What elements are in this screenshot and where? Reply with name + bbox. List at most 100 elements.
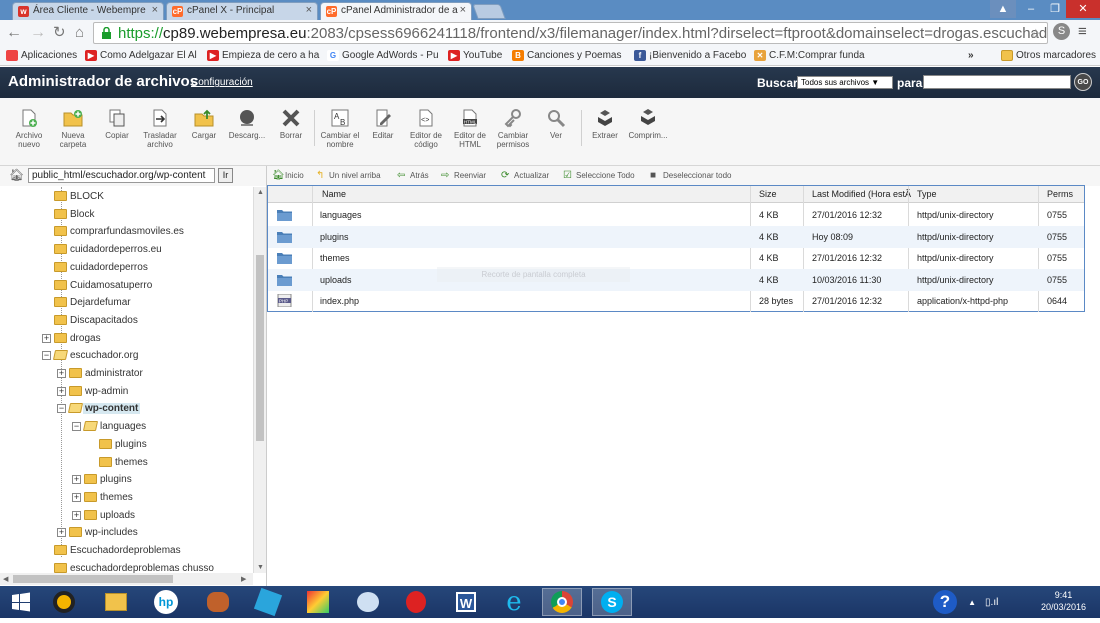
forward-icon[interactable]: → (30, 23, 46, 43)
tree-node[interactable]: + wp-includes (0, 525, 253, 542)
bookmark-item[interactable]: ▶ Como Adelgazar El Al (85, 50, 197, 61)
upload-button[interactable]: Cargar (182, 108, 226, 140)
skype-extension-icon[interactable]: S (1053, 23, 1070, 40)
tree-node[interactable]: Dejardefumar (0, 295, 253, 312)
bookmark-item[interactable]: G Google AdWords - Pu (327, 50, 439, 61)
scroll-down-icon[interactable]: ▼ (257, 564, 264, 571)
word-icon[interactable]: W (446, 588, 486, 616)
search-scope-select[interactable]: Todos sus archivos ▼ (797, 76, 893, 89)
tree-node[interactable]: + plugins (0, 472, 253, 489)
windows-start-icon[interactable] (0, 588, 42, 616)
tree-node[interactable]: + uploads (0, 508, 253, 525)
paint-icon[interactable] (348, 588, 388, 616)
new-file-button[interactable]: Archivo nuevo (7, 108, 51, 149)
table-row[interactable]: themes 4 KB 27/01/2016 12:32 httpd/unix-dir… (268, 247, 1084, 269)
tree-node[interactable]: themes (0, 455, 253, 472)
tree-node[interactable]: − languages (0, 419, 253, 436)
tree-node[interactable]: − wp-content (0, 401, 253, 418)
bookmark-item[interactable]: B Canciones y Poemas (512, 50, 622, 61)
menu-icon[interactable]: ≡ (1078, 22, 1087, 42)
more-bookmarks-button[interactable]: » (968, 50, 974, 61)
browser-tab-file-manager[interactable]: cP cPanel Administrador de a × (320, 2, 472, 20)
go-button[interactable]: GO (1074, 73, 1092, 91)
compress-button[interactable]: Comprim... (626, 108, 670, 140)
collapse-icon[interactable]: − (57, 404, 66, 414)
copy-button[interactable]: Copiar (95, 108, 139, 140)
html-editor-button[interactable]: HTML Editor de HTML (448, 108, 492, 149)
clock[interactable]: 9:41 20/03/2016 (1041, 589, 1086, 613)
chrome-icon[interactable] (542, 588, 582, 616)
home-icon[interactable]: ⌂ (75, 23, 84, 43)
close-tab-icon[interactable]: × (152, 4, 158, 16)
ccleaner-icon[interactable] (248, 587, 288, 617)
tree-node[interactable]: Block (0, 207, 253, 224)
hp-icon[interactable]: hp (146, 588, 186, 616)
tree-node[interactable]: + administrator (0, 366, 253, 383)
browser-tab-area-cliente[interactable]: w Área Cliente - Webempre × (12, 2, 164, 20)
column-header-name[interactable]: Name (322, 189, 346, 199)
scroll-right-icon[interactable]: ▶ (241, 575, 246, 583)
table-row[interactable]: languages 4 KB 27/01/2016 12:32 httpd/unix-… (268, 204, 1084, 226)
nav-back-arrow[interactable]: ⇦ Atrás (397, 170, 429, 181)
tray-expand-icon[interactable]: ▲ (968, 598, 976, 607)
delete-button[interactable]: Borrar (269, 108, 313, 140)
bookmark-item[interactable]: ✕ C.F.M:Comprar funda (754, 50, 865, 61)
skype-icon[interactable]: S (592, 588, 632, 616)
collapse-icon[interactable]: − (42, 351, 51, 361)
extract-button[interactable]: Extraer (583, 108, 627, 140)
nav-forward-arrow[interactable]: ⇨ Reenviar (441, 170, 486, 181)
column-header-perms[interactable]: Perms (1047, 189, 1073, 199)
star-icon[interactable]: ☆ (1030, 24, 1042, 44)
scroll-up-icon[interactable]: ▲ (257, 189, 264, 196)
rename-button[interactable]: AB Cambiar el nombre (318, 108, 362, 149)
tree-node[interactable]: cuidadordeperros.eu (0, 242, 253, 259)
configuration-link[interactable]: Configuración (191, 77, 253, 88)
network-icon[interactable]: ▯.ıl (985, 597, 998, 608)
reload-icon[interactable]: ↻ (53, 23, 66, 43)
media-player-icon[interactable] (44, 588, 84, 616)
other-bookmarks-folder[interactable]: Otros marcadores (1001, 50, 1096, 61)
expand-icon[interactable]: + (72, 510, 81, 520)
expand-icon[interactable]: + (57, 386, 66, 396)
download-button[interactable]: Descarg... (225, 108, 269, 140)
table-row[interactable]: plugins 4 KB Hoy 08:09 httpd/unix-directory… (268, 225, 1084, 248)
column-header-size[interactable]: Size (759, 189, 777, 199)
change-permissions-button[interactable]: Cambiar permisos (491, 108, 535, 149)
move-file-button[interactable]: Trasladar archivo (138, 108, 182, 149)
file-explorer-icon[interactable] (96, 588, 136, 616)
new-tab-button[interactable] (472, 4, 506, 19)
scroll-thumb[interactable] (13, 575, 173, 583)
close-window-icon[interactable]: ✕ (1066, 0, 1100, 18)
nav-up-level[interactable]: ↰ Un nivel arriba (316, 170, 381, 181)
search-input[interactable] (923, 75, 1071, 89)
tree-node[interactable]: escuchadordeproblemas chusso (0, 561, 253, 573)
nav-checkbox-empty[interactable]: ■ Deseleccionar todo (650, 170, 731, 181)
baseball-glove-icon[interactable] (198, 588, 238, 616)
bookmark-item[interactable]: ▶ YouTube (448, 50, 502, 61)
photo-app-icon[interactable] (298, 588, 338, 616)
back-icon[interactable]: ← (6, 23, 22, 43)
go-path-button[interactable]: Ir (218, 168, 233, 183)
tree-node[interactable]: + drogas (0, 331, 253, 348)
help-icon[interactable]: ? (933, 590, 957, 614)
close-tab-icon[interactable]: × (460, 4, 466, 16)
scroll-thumb[interactable] (256, 255, 264, 441)
scroll-left-icon[interactable]: ◀ (3, 575, 8, 583)
browser-tab-cpanel-principal[interactable]: cP cPanel X - Principal × (166, 2, 318, 20)
expand-icon[interactable]: + (72, 475, 81, 485)
nav-home[interactable]: 🏠︎ Inicio (272, 170, 304, 181)
expand-icon[interactable]: + (57, 528, 66, 538)
path-input[interactable]: public_html/escuchador.org/wp-content (28, 168, 215, 183)
nav-refresh[interactable]: ⟳ Actualizar (501, 170, 549, 181)
nav-checkbox-checked[interactable]: ☑ Seleccione Todo (563, 170, 635, 181)
tree-node[interactable]: Cuidamosatuperro (0, 278, 253, 295)
expand-icon[interactable]: + (72, 492, 81, 502)
tree-node[interactable]: − escuchador.org (0, 348, 253, 365)
edit-button[interactable]: Editar (361, 108, 405, 140)
address-bar[interactable]: https://cp89.webempresa.eu:2083/cpsess69… (93, 22, 1048, 44)
tree-node[interactable]: plugins (0, 437, 253, 454)
home-folder-icon[interactable]: 🏠︎ (9, 168, 24, 182)
mario-icon[interactable] (396, 588, 436, 616)
close-tab-icon[interactable]: × (306, 4, 312, 16)
expand-icon[interactable]: + (57, 369, 66, 378)
